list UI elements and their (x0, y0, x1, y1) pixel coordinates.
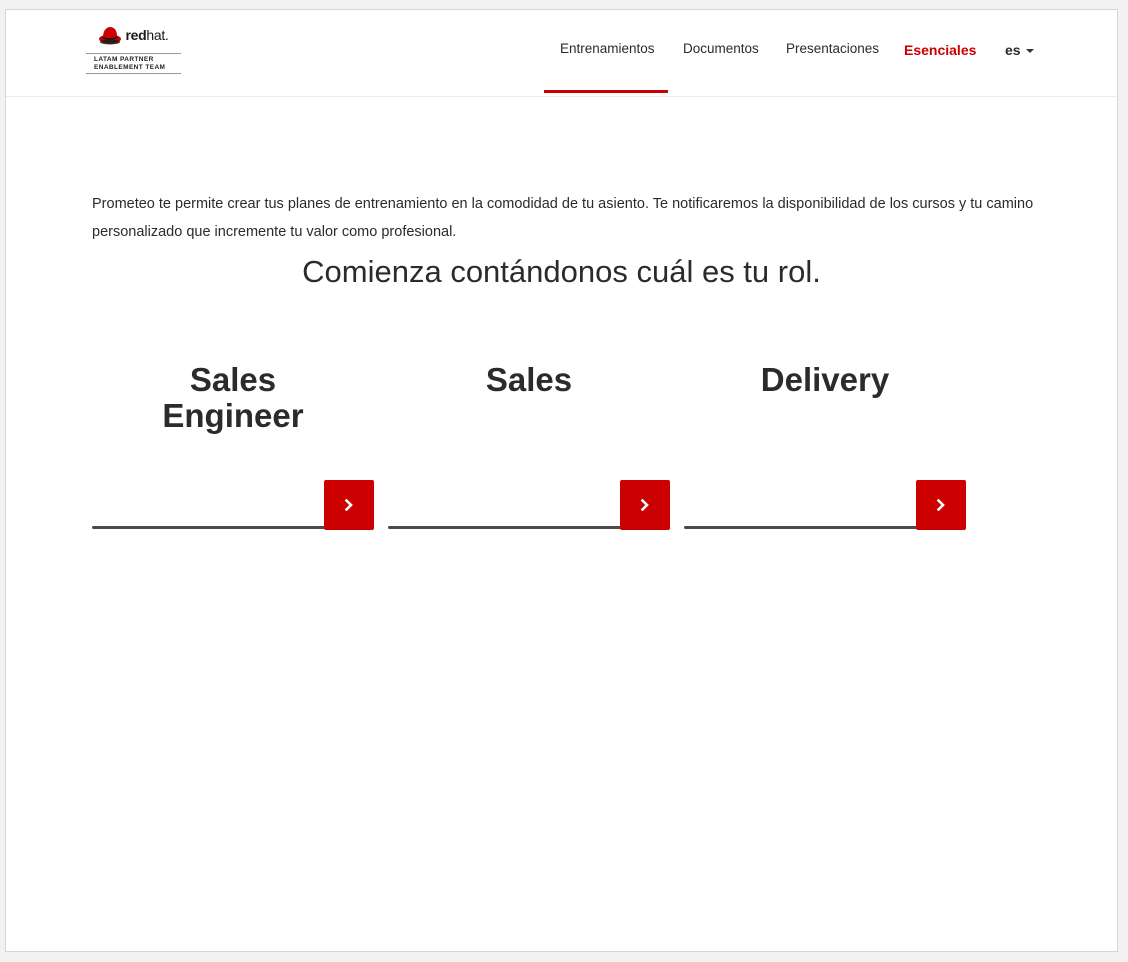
chevron-right-icon (344, 499, 353, 511)
red-hat-logo[interactable]: redhat. LATAM PARTNER ENABLEMENT TEAM (86, 22, 181, 74)
chevron-right-icon (640, 499, 649, 511)
page-headline: Comienza contándonos cuál es tu rol. (302, 254, 821, 289)
intro-text: Prometeo te permite crear tus planes de … (92, 196, 1034, 240)
nav-active-indicator (544, 90, 668, 93)
nav-item-entrenamientos[interactable]: Entrenamientos (560, 41, 655, 56)
role-title: Sales Engineer (162, 361, 304, 434)
chevron-right-icon (936, 499, 945, 511)
red-hat-logo-icon (99, 27, 122, 45)
role-card-sales: Sales (388, 360, 670, 530)
role-title: Sales (485, 361, 573, 398)
caret-down-icon (1025, 49, 1034, 54)
role-card-delivery: Delivery (684, 360, 966, 530)
language-dropdown[interactable]: es (1005, 42, 1034, 58)
nav-item-presentaciones[interactable]: Presentaciones (786, 41, 879, 56)
role-card-sales-engineer: Sales Engineer (92, 360, 374, 530)
nav-item-esenciales[interactable]: Esenciales (904, 42, 976, 58)
top-navbar: redhat. LATAM PARTNER ENABLEMENT TEAM En… (6, 10, 1117, 97)
logo-subtitle: LATAM PARTNER ENABLEMENT TEAM (86, 53, 181, 74)
select-role-button[interactable] (620, 480, 670, 530)
select-role-button[interactable] (324, 480, 374, 530)
select-role-button[interactable] (916, 480, 966, 530)
role-underline (684, 526, 920, 529)
role-title: Delivery (760, 361, 890, 398)
page-frame: redhat. LATAM PARTNER ENABLEMENT TEAM En… (5, 9, 1118, 952)
nav-item-documentos[interactable]: Documentos (683, 41, 759, 56)
role-underline (92, 526, 328, 529)
role-underline (388, 526, 624, 529)
logo-wordmark: redhat. (125, 27, 169, 43)
